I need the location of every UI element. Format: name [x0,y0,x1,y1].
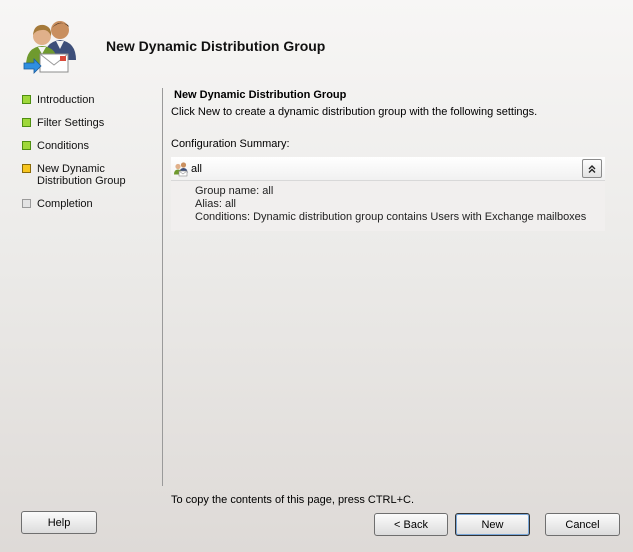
step-pending-icon [22,199,31,208]
panel-divider [162,88,163,486]
step-label: New Dynamic Distribution Group [37,163,126,187]
configuration-summary: all Group name: all Alias: all Condition… [171,157,605,231]
group-icon [174,162,188,177]
step-current-icon [22,164,31,173]
copy-hint: To copy the contents of this page, press… [171,494,415,506]
step-done-icon [22,141,31,150]
section-title: New Dynamic Distribution Group [174,89,347,101]
group-name: all [191,163,203,175]
summary-header[interactable]: all [171,157,605,181]
summary-group-name: Group name: all [195,185,274,197]
help-button[interactable]: Help [21,511,97,534]
wizard-title: New Dynamic Distribution Group [106,38,326,54]
step-completion[interactable]: Completion [22,198,158,210]
step-conditions[interactable]: Conditions [22,140,158,152]
group-users-mail-icon [23,21,76,74]
step-done-icon [22,95,31,104]
step-filter-settings[interactable]: Filter Settings [22,117,158,129]
summary-conditions: Conditions: Dynamic distribution group c… [195,211,587,223]
back-button[interactable]: < Back [374,513,448,536]
summary-alias: Alias: all [195,198,236,210]
collapse-button[interactable] [582,159,602,178]
section-description: Click New to create a dynamic distributi… [171,106,538,118]
double-chevron-up-icon [588,164,596,173]
step-label: Filter Settings [37,117,105,129]
step-done-icon [22,118,31,127]
step-introduction[interactable]: Introduction [22,94,158,106]
new-button[interactable]: New [455,513,530,536]
cancel-button[interactable]: Cancel [545,513,620,536]
step-label: Completion [37,198,93,210]
wizard-header: New Dynamic Distribution Group [0,0,633,88]
step-label: Introduction [37,94,95,106]
summary-details: Group name: all Alias: all Conditions: D… [171,181,605,231]
step-label: Conditions [37,140,89,152]
configuration-summary-label: Configuration Summary: [171,138,290,150]
step-new-dynamic-distribution-group[interactable]: New Dynamic Distribution Group [22,163,158,187]
wizard-step-list: Introduction Filter Settings Conditions … [22,94,158,221]
